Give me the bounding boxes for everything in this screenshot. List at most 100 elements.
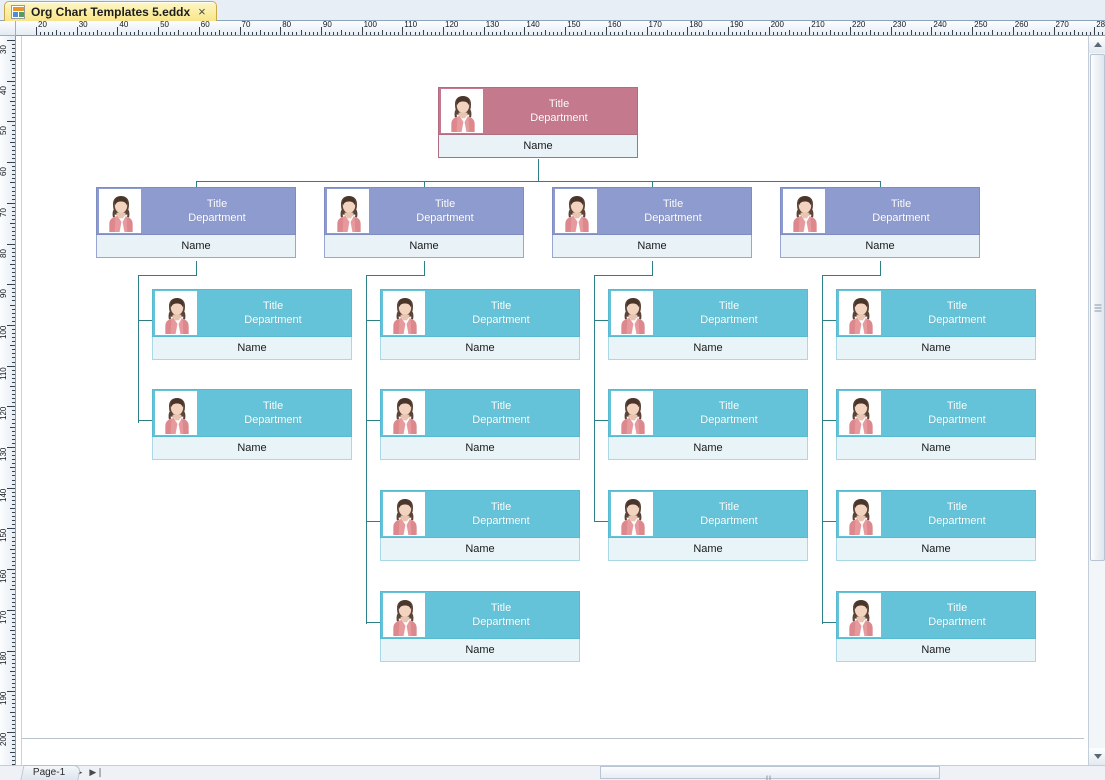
nav-last-button[interactable]: ▶❘ bbox=[89, 767, 103, 778]
org-chart-node[interactable]: TitleDepartmentName bbox=[608, 289, 808, 360]
org-chart-node[interactable]: TitleDepartmentName bbox=[836, 389, 1036, 460]
org-chart-node-title-block: TitleDepartment bbox=[425, 601, 579, 629]
ruler-tick bbox=[10, 223, 15, 224]
ruler-tick bbox=[838, 32, 839, 35]
ruler-tick bbox=[12, 577, 15, 578]
vertical-scrollbar-thumb[interactable] bbox=[1090, 54, 1105, 561]
ruler-tick bbox=[12, 480, 15, 481]
ruler-tick bbox=[12, 178, 15, 179]
document-tab[interactable]: Org Chart Templates 5.eddx × bbox=[4, 1, 217, 21]
ruler-tick bbox=[12, 695, 15, 696]
person-avatar-icon bbox=[839, 593, 881, 637]
scroll-up-button[interactable] bbox=[1089, 36, 1105, 53]
org-chart-node-header[interactable]: TitleDepartment bbox=[836, 389, 1036, 437]
page-sheet-tab[interactable]: Page-1 bbox=[20, 765, 81, 780]
org-chart-node-header[interactable]: TitleDepartment bbox=[152, 389, 352, 437]
ruler-tick bbox=[712, 32, 713, 35]
org-chart-node[interactable]: TitleDepartmentName bbox=[836, 490, 1036, 561]
vertical-ruler[interactable]: 3040506070809010011012013014015016017018… bbox=[0, 36, 16, 780]
org-chart-node-header[interactable]: TitleDepartment bbox=[780, 187, 980, 235]
ruler-tick bbox=[12, 699, 15, 700]
ruler-tick bbox=[12, 756, 15, 757]
org-chart-node-header[interactable]: TitleDepartment bbox=[380, 389, 580, 437]
scrollbar-grip-icon bbox=[1094, 304, 1101, 311]
org-chart-node-title-block: TitleDepartment bbox=[197, 299, 351, 327]
org-chart-node-header[interactable]: TitleDepartment bbox=[836, 289, 1036, 337]
org-chart-node-header[interactable]: TitleDepartment bbox=[324, 187, 524, 235]
org-chart-node-header[interactable]: TitleDepartment bbox=[836, 591, 1036, 639]
org-chart-node[interactable]: TitleDepartmentName bbox=[96, 187, 296, 258]
horizontal-scrollbar-thumb[interactable] bbox=[600, 766, 940, 779]
scroll-down-button[interactable] bbox=[1089, 748, 1105, 765]
org-chart-node-department: Department bbox=[885, 413, 1029, 427]
diagram-page[interactable]: TitleDepartmentName TitleDepartmentName … bbox=[22, 36, 1084, 765]
ruler-tick bbox=[410, 32, 411, 35]
ruler-tick bbox=[883, 32, 884, 35]
ruler-tick bbox=[12, 728, 15, 729]
ruler-tick bbox=[12, 362, 15, 363]
org-chart-node-header[interactable]: TitleDepartment bbox=[380, 591, 580, 639]
ruler-tick bbox=[12, 614, 15, 615]
org-chart-node[interactable]: TitleDepartmentName bbox=[608, 490, 808, 561]
org-chart-node-header[interactable]: TitleDepartment bbox=[552, 187, 752, 235]
org-chart-node[interactable]: TitleDepartmentName bbox=[152, 289, 352, 360]
ruler-tick bbox=[12, 288, 15, 289]
org-chart-connector bbox=[880, 261, 881, 275]
org-chart-node-header[interactable]: TitleDepartment bbox=[152, 289, 352, 337]
ruler-tick bbox=[419, 32, 420, 35]
org-chart-node-header[interactable]: TitleDepartment bbox=[380, 289, 580, 337]
org-chart-node-header[interactable]: TitleDepartment bbox=[380, 490, 580, 538]
org-chart-node[interactable]: TitleDepartmentName bbox=[608, 389, 808, 460]
ruler-tick bbox=[272, 32, 273, 35]
ruler-tick bbox=[919, 32, 920, 35]
ruler-tick bbox=[610, 32, 611, 35]
org-chart-node[interactable]: TitleDepartmentName bbox=[552, 187, 752, 258]
org-chart-node-department: Department bbox=[885, 313, 1029, 327]
org-chart-node[interactable]: TitleDepartmentName bbox=[780, 187, 980, 258]
ruler-tick bbox=[12, 419, 15, 420]
ruler-label: 110 bbox=[402, 21, 417, 29]
ruler-label: 30 bbox=[0, 45, 8, 54]
document-tab-bar: Org Chart Templates 5.eddx × bbox=[0, 0, 1105, 21]
ruler-tick bbox=[235, 32, 236, 35]
org-chart-connector bbox=[594, 420, 609, 421]
ruler-tick bbox=[1025, 32, 1026, 35]
ruler-tick bbox=[12, 435, 15, 436]
org-chart-node[interactable]: TitleDepartmentName bbox=[152, 389, 352, 460]
ruler-tick bbox=[12, 300, 15, 301]
org-chart-node[interactable]: TitleDepartmentName bbox=[836, 289, 1036, 360]
org-chart-node[interactable]: TitleDepartmentName bbox=[380, 490, 580, 561]
org-chart-node-title-block: TitleDepartment bbox=[425, 500, 579, 528]
org-chart-connector bbox=[366, 275, 425, 276]
drawing-canvas[interactable]: TitleDepartmentName TitleDepartmentName … bbox=[16, 36, 1088, 765]
org-chart-node[interactable]: TitleDepartmentName bbox=[324, 187, 524, 258]
org-chart-node[interactable]: TitleDepartmentName bbox=[380, 389, 580, 460]
ruler-tick bbox=[12, 573, 15, 574]
vertical-scrollbar[interactable] bbox=[1088, 36, 1105, 765]
ruler-tick bbox=[695, 32, 696, 35]
ruler-label: 210 bbox=[809, 21, 824, 29]
ruler-tick bbox=[12, 561, 15, 562]
org-chart-connector bbox=[424, 261, 425, 275]
org-chart-node-header[interactable]: TitleDepartment bbox=[608, 490, 808, 538]
org-chart-connector bbox=[822, 275, 823, 624]
ruler-tick bbox=[12, 313, 15, 314]
ruler-tick bbox=[903, 32, 904, 35]
ruler-tick bbox=[12, 296, 15, 297]
close-icon[interactable]: × bbox=[196, 5, 208, 19]
ruler-tick bbox=[12, 545, 15, 546]
ruler-tick bbox=[834, 32, 835, 35]
org-chart-node[interactable]: TitleDepartmentName bbox=[836, 591, 1036, 662]
ruler-tick bbox=[12, 77, 15, 78]
org-chart-node[interactable]: TitleDepartmentName bbox=[380, 591, 580, 662]
org-chart-node-header[interactable]: TitleDepartment bbox=[608, 389, 808, 437]
ruler-label: 260 bbox=[1013, 21, 1028, 29]
horizontal-ruler[interactable]: 2030405060708090100110120130140150160170… bbox=[16, 21, 1105, 36]
org-chart-node[interactable]: TitleDepartmentName bbox=[380, 289, 580, 360]
org-chart-node-header[interactable]: TitleDepartment bbox=[438, 87, 638, 135]
ruler-tick bbox=[12, 48, 15, 49]
org-chart-node-header[interactable]: TitleDepartment bbox=[836, 490, 1036, 538]
org-chart-node[interactable]: TitleDepartmentName bbox=[438, 87, 638, 158]
org-chart-node-header[interactable]: TitleDepartment bbox=[96, 187, 296, 235]
org-chart-node-header[interactable]: TitleDepartment bbox=[608, 289, 808, 337]
